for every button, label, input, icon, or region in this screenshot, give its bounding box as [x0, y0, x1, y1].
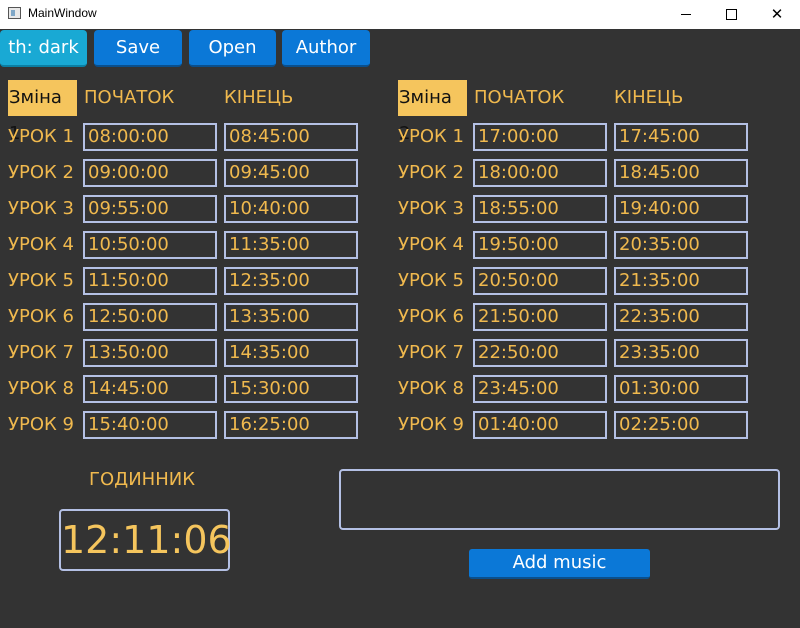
title-bar: MainWindow ✕ [0, 0, 800, 29]
shift2-lesson-end-field[interactable]: 02:25:00 [614, 411, 748, 439]
shift-2-start-header: ПОЧАТОК [474, 87, 565, 108]
shift2-lesson-start-field[interactable]: 22:50:00 [473, 339, 607, 367]
shift1-lesson-start-field[interactable]: 10:50:00 [83, 231, 217, 259]
shift2-lesson-end-field[interactable]: 17:45:00 [614, 123, 748, 151]
shift2-lesson-label: УРОК 7 [398, 342, 464, 363]
shift2-lesson-start-field[interactable]: 18:00:00 [473, 159, 607, 187]
shift2-lesson-start-field[interactable]: 23:45:00 [473, 375, 607, 403]
shift2-lesson-end-field[interactable]: 20:35:00 [614, 231, 748, 259]
shift2-lesson-start-field[interactable]: 19:50:00 [473, 231, 607, 259]
shift2-lesson-start-field[interactable]: 17:00:00 [473, 123, 607, 151]
music-list[interactable] [339, 469, 780, 530]
shift2-lesson-end-field[interactable]: 18:45:00 [614, 159, 748, 187]
add-music-button[interactable]: Add music [469, 549, 650, 579]
shift2-lesson-label: УРОК 3 [398, 198, 464, 219]
shift2-lesson-start-field[interactable]: 01:40:00 [473, 411, 607, 439]
theme-toggle-button[interactable]: th: dark [0, 30, 87, 67]
shift1-lesson-end-field[interactable]: 12:35:00 [224, 267, 358, 295]
shift1-lesson-end-field[interactable]: 10:40:00 [224, 195, 358, 223]
shift1-lesson-label: УРОК 9 [8, 414, 74, 435]
shift1-lesson-start-field[interactable]: 13:50:00 [83, 339, 217, 367]
shift2-lesson-end-field[interactable]: 19:40:00 [614, 195, 748, 223]
shift2-lesson-start-field[interactable]: 21:50:00 [473, 303, 607, 331]
minimize-icon [681, 14, 691, 15]
shift1-lesson-start-field[interactable]: 11:50:00 [83, 267, 217, 295]
shift1-lesson-label: УРОК 7 [8, 342, 74, 363]
shift1-lesson-start-field[interactable]: 09:00:00 [83, 159, 217, 187]
shift2-lesson-start-field[interactable]: 20:50:00 [473, 267, 607, 295]
shift1-lesson-end-field[interactable]: 14:35:00 [224, 339, 358, 367]
clock-title: ГОДИННИК [89, 469, 195, 490]
close-icon: ✕ [770, 5, 784, 23]
shift1-lesson-start-field[interactable]: 12:50:00 [83, 303, 217, 331]
shift1-lesson-label: УРОК 4 [8, 234, 74, 255]
shift1-lesson-label: УРОК 6 [8, 306, 74, 327]
shift1-lesson-end-field[interactable]: 09:45:00 [224, 159, 358, 187]
shift2-lesson-end-field[interactable]: 22:35:00 [614, 303, 748, 331]
shift2-lesson-label: УРОК 9 [398, 414, 464, 435]
app-window-icon [8, 7, 21, 19]
shift1-lesson-end-field[interactable]: 13:35:00 [224, 303, 358, 331]
shift1-lesson-end-field[interactable]: 16:25:00 [224, 411, 358, 439]
shift2-lesson-end-field[interactable]: 21:35:00 [614, 267, 748, 295]
shift1-lesson-end-field[interactable]: 15:30:00 [224, 375, 358, 403]
shift2-lesson-start-field[interactable]: 18:55:00 [473, 195, 607, 223]
shift2-lesson-end-field[interactable]: 01:30:00 [614, 375, 748, 403]
author-button[interactable]: Author [282, 30, 370, 67]
shift2-lesson-label: УРОК 4 [398, 234, 464, 255]
clock-display: 12:11:06 [59, 509, 232, 571]
shift1-lesson-label: УРОК 3 [8, 198, 74, 219]
shift2-lesson-label: УРОК 1 [398, 126, 464, 147]
shift-1-end-header: КІНЕЦЬ [224, 87, 294, 108]
shift-1-label: Зміна 1 [8, 80, 77, 144]
close-button[interactable]: ✕ [754, 0, 800, 29]
shift2-lesson-label: УРОК 2 [398, 162, 464, 183]
shift2-lesson-label: УРОК 5 [398, 270, 464, 291]
shift1-lesson-label: УРОК 5 [8, 270, 74, 291]
shift2-lesson-end-field[interactable]: 23:35:00 [614, 339, 748, 367]
shift1-lesson-start-field[interactable]: 15:40:00 [83, 411, 217, 439]
shift-1-start-header: ПОЧАТОК [84, 87, 175, 108]
shift1-lesson-label: УРОК 8 [8, 378, 74, 399]
shift1-lesson-start-field[interactable]: 08:00:00 [83, 123, 217, 151]
maximize-icon [725, 9, 737, 20]
shift-2-end-header: КІНЕЦЬ [614, 87, 684, 108]
shift-2-label: Зміна 2 [398, 80, 467, 144]
shift1-lesson-start-field[interactable]: 14:45:00 [83, 375, 217, 403]
save-button[interactable]: Save [94, 30, 182, 67]
shift2-lesson-label: УРОК 6 [398, 306, 464, 327]
shift2-lesson-label: УРОК 8 [398, 378, 464, 399]
window-title: MainWindow [28, 6, 97, 20]
shift1-lesson-label: УРОК 1 [8, 126, 74, 147]
shift1-lesson-end-field[interactable]: 08:45:00 [224, 123, 358, 151]
shift1-lesson-start-field[interactable]: 09:55:00 [83, 195, 217, 223]
open-button[interactable]: Open [189, 30, 276, 67]
maximize-button[interactable] [708, 0, 754, 29]
shift1-lesson-label: УРОК 2 [8, 162, 74, 183]
shift1-lesson-end-field[interactable]: 11:35:00 [224, 231, 358, 259]
minimize-button[interactable] [663, 0, 709, 29]
